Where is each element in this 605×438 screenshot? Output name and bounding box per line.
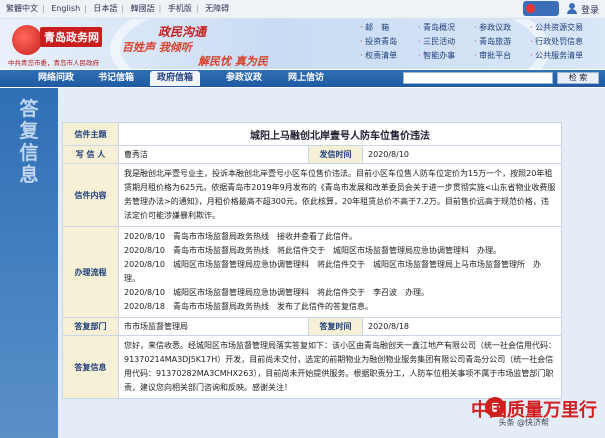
sidebar-title: 答复信息 bbox=[19, 98, 39, 186]
language-links: 繁體中文 | English | 日本語 | 韓國語 | 手机版 | 无障碍 bbox=[6, 4, 230, 13]
reply-time-label: 答复时间 bbox=[308, 317, 363, 336]
letter-subject: 城阳上马融创北岸壹号人防车位售价违法 bbox=[118, 122, 562, 146]
nav-online-inquiry[interactable]: 网络问政 bbox=[38, 71, 74, 86]
search-button[interactable]: 检 索 bbox=[557, 72, 599, 84]
writer-row: 写 信 人 曹秀洁 发信时间 2020/8/10 bbox=[62, 145, 562, 164]
writer-label: 写 信 人 bbox=[62, 145, 119, 164]
quick-nav-service-list[interactable]: 公共服务清单 bbox=[530, 50, 583, 61]
process-step: 2020/8/10 城阳区市场监督管理局应急协调管理科 将此信件交于 城阳区市场… bbox=[124, 260, 542, 283]
subject-row: 信件主题 城阳上马融创北岸壹号人防车位售价违法 bbox=[62, 122, 562, 146]
nav-participation[interactable]: 参政议政 bbox=[226, 71, 262, 86]
top-bar: 繁體中文 | English | 日本語 | 韓國語 | 手机版 | 无障碍 登录 bbox=[0, 0, 605, 19]
watermark-source: 头条 @快济帮 bbox=[498, 418, 549, 427]
reply-dept: 市市场监督管理局 bbox=[118, 317, 309, 336]
quick-nav-penalty[interactable]: 行政处罚信息 bbox=[530, 36, 583, 47]
letter-writer: 曹秀洁 bbox=[118, 145, 309, 164]
user-icon[interactable] bbox=[567, 3, 577, 14]
site-emblem-icon bbox=[523, 1, 559, 16]
reply-label: 答复信息 bbox=[62, 335, 119, 399]
quick-nav-smart-service[interactable]: 智能办事 bbox=[418, 50, 455, 61]
main-content: 信件主题 城阳上马融创北岸壹号人防车位售价违法 写 信 人 曹秀洁 发信时间 2… bbox=[58, 88, 605, 438]
globe-logo-icon bbox=[12, 25, 42, 55]
letter-content-text: 我是融创北岸壹号业主，投诉本融创北岸壹号小区车位售价违法。目前小区车位售人防车位… bbox=[124, 169, 556, 220]
process-step: 2020/8/18 青岛市市场监督局政务热线 发布了此信件的答复信息。 bbox=[124, 302, 374, 311]
dept-label: 答复部门 bbox=[62, 317, 119, 336]
letter-send-time: 2020/8/10 bbox=[362, 145, 562, 164]
quick-nav-mail[interactable]: 邮 箱 bbox=[360, 22, 389, 33]
quick-nav-participation[interactable]: 参政议政 bbox=[474, 22, 511, 33]
lang-link-korean[interactable]: 韓國語 bbox=[131, 4, 155, 13]
mobile-link[interactable]: 手机版 bbox=[168, 4, 192, 13]
reply-row: 答复信息 您好，来信收悉。经城阳区市场监督管理局落实答复如下：该小区由青岛融创天… bbox=[62, 335, 562, 399]
lang-link-japanese[interactable]: 日本語 bbox=[93, 4, 117, 13]
letter-content: 我是融创北岸壹号业主，投诉本融创北岸壹号小区车位售价违法。目前小区车位售人防车位… bbox=[118, 163, 562, 227]
site-logo-title[interactable]: 青岛政务网 bbox=[44, 29, 99, 45]
subject-label: 信件主题 bbox=[62, 122, 119, 146]
quick-nav-power-list[interactable]: 权责清单 bbox=[360, 50, 397, 61]
quick-nav-overview[interactable]: 青岛概况 bbox=[418, 22, 455, 33]
process-step: 2020/8/10 青岛市市场监督局政务热线 接收并查看了此信件。 bbox=[124, 232, 358, 241]
content-label: 信件内容 bbox=[62, 163, 119, 227]
header-banner: 青岛政务网 中共青岛市委，青岛市人民政府 政民沟通 百姓声 我倾听 解民忧 真为… bbox=[0, 19, 605, 69]
process-step: 2020/8/10 城阳区市场监督管理局应急协调管理科 将此信件交于 李召波 办… bbox=[124, 288, 430, 297]
lang-link-traditional[interactable]: 繁體中文 bbox=[6, 4, 38, 13]
search-input[interactable] bbox=[403, 72, 553, 84]
sidebar: 答复信息 bbox=[0, 88, 58, 438]
nav-secretary-mailbox[interactable]: 书记信箱 bbox=[98, 71, 134, 86]
reply-text: 您好，来信收悉。经城阳区市场监督管理局落实答复如下：该小区由青岛融创天一鑫江地产… bbox=[124, 341, 556, 392]
process-row: 办理流程 2020/8/10 青岛市市场监督局政务热线 接收并查看了此信件。 2… bbox=[62, 226, 562, 318]
nav-online-petition[interactable]: 网上信访 bbox=[288, 71, 324, 86]
dept-row: 答复部门 市市场监督管理局 答复时间 2020/8/18 bbox=[62, 317, 562, 336]
banner-slogan-title: 政民沟通 bbox=[158, 25, 207, 39]
process-list: 2020/8/10 青岛市市场监督局政务热线 接收并查看了此信件。 2020/8… bbox=[118, 226, 562, 318]
login-link[interactable]: 登录 bbox=[581, 3, 599, 16]
banner-slogan-line1: 百姓声 我倾听 bbox=[122, 41, 192, 54]
send-time-label: 发信时间 bbox=[308, 145, 363, 164]
letter-detail-table: 信件主题 城阳上马融创北岸壹号人防车位售价违法 写 信 人 曹秀洁 发信时间 2… bbox=[62, 122, 562, 399]
quick-nav-tourism[interactable]: 青岛旅游 bbox=[474, 36, 511, 47]
nav-government-mailbox[interactable]: 政府信箱 bbox=[150, 71, 201, 86]
reply-info: 您好，来信收悉。经城阳区市场监督管理局落实答复如下：该小区由青岛融创天一鑫江地产… bbox=[118, 335, 562, 399]
site-logo-subtitle: 中共青岛市委，青岛市人民政府 bbox=[8, 59, 99, 67]
accessibility-link[interactable]: 无障碍 bbox=[205, 4, 229, 13]
quick-nav-approval[interactable]: 审批平台 bbox=[474, 50, 511, 61]
lang-link-english[interactable]: English bbox=[51, 4, 80, 13]
banner-slogan-line2: 解民忧 真为民 bbox=[198, 55, 268, 68]
reply-time: 2020/8/18 bbox=[362, 317, 562, 336]
process-step: 2020/8/10 青岛市市场监督局政务热线 将此信件交于 城阳区市场监督管理局… bbox=[124, 246, 502, 255]
content-row: 信件内容 我是融创北岸壹号业主，投诉本融创北岸壹号小区车位售价违法。目前小区车位… bbox=[62, 163, 562, 227]
process-label: 办理流程 bbox=[62, 226, 119, 318]
quick-nav-invest[interactable]: 投资青岛 bbox=[360, 36, 397, 47]
quick-nav-resources[interactable]: 公共资源交易 bbox=[530, 22, 583, 33]
main-nav: 网络问政 书记信箱 政府信箱 参政议政 网上信访 检 索 bbox=[0, 70, 605, 87]
quick-nav-activities[interactable]: 三民活动 bbox=[418, 36, 455, 47]
